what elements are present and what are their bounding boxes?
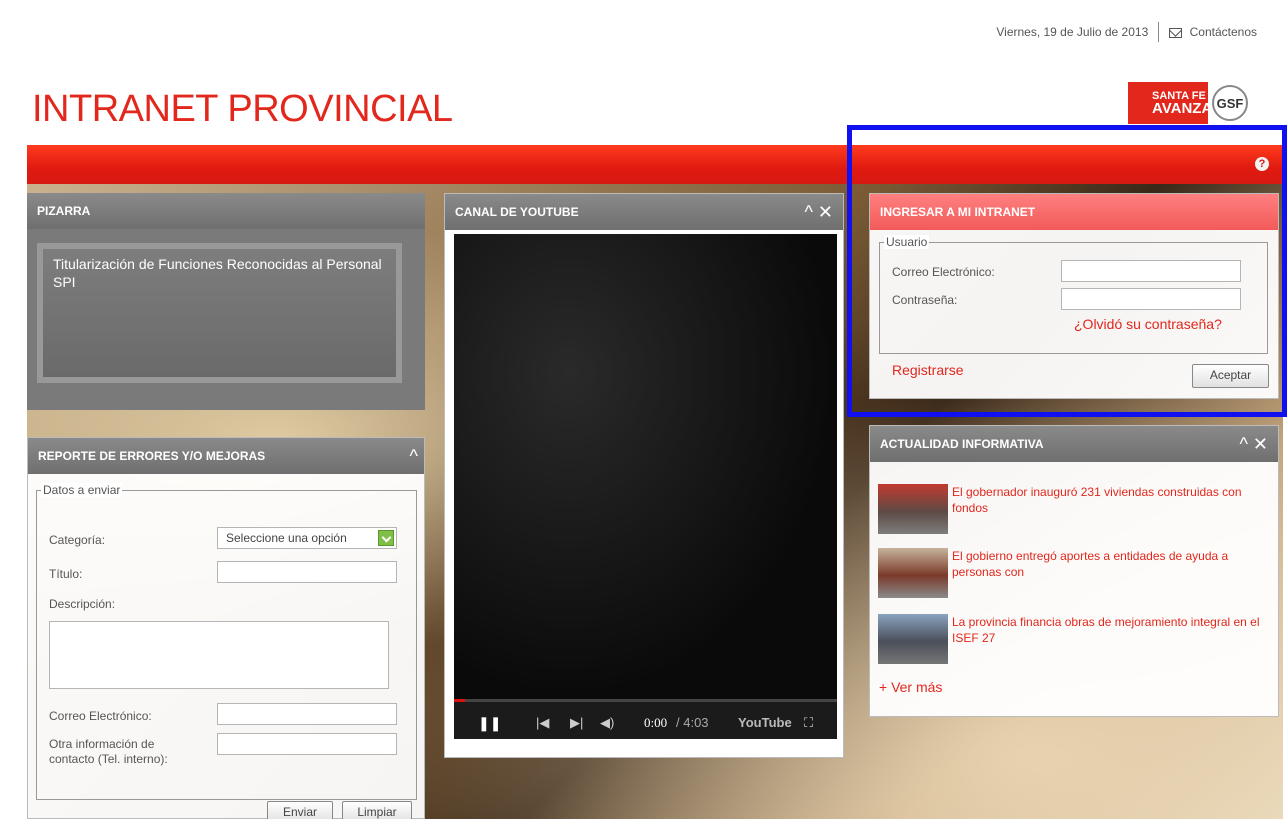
- news-thumbnail[interactable]: [878, 548, 948, 598]
- news-thumbnail[interactable]: [878, 484, 948, 534]
- news-headline[interactable]: El gobernador inauguró 231 viviendas con…: [952, 484, 1267, 516]
- report-panel: REPORTE DE ERRORES Y/O MEJORAS ^ Datos a…: [27, 437, 425, 819]
- category-label: Categoría:: [49, 533, 106, 547]
- email-input[interactable]: [217, 703, 397, 725]
- youtube-header: CANAL DE YOUTUBE ^ ✕: [445, 194, 843, 230]
- previous-icon[interactable]: |◀: [536, 715, 549, 731]
- news-panel: ACTUALIDAD INFORMATIVA ^ ✕ El gobernador…: [869, 425, 1279, 717]
- news-item[interactable]: El gobernador inauguró 231 viviendas con…: [878, 484, 1273, 534]
- category-select[interactable]: Seleccione una opción: [217, 527, 397, 549]
- gsf-logo[interactable]: GSF: [1212, 85, 1248, 121]
- news-title: ACTUALIDAD INFORMATIVA: [880, 437, 1044, 451]
- contact-link[interactable]: Contáctenos: [1169, 25, 1257, 39]
- top-bar: Viernes, 19 de Julio de 2013 Contáctenos: [996, 22, 1257, 42]
- email-label: Correo Electrónico:: [49, 709, 152, 723]
- divider: [1158, 22, 1160, 42]
- time-current: 0:00: [644, 715, 668, 730]
- next-icon[interactable]: ▶|: [570, 715, 583, 731]
- send-button[interactable]: Enviar: [267, 801, 333, 819]
- progress-fill: [454, 699, 466, 702]
- youtube-logo[interactable]: YouTube: [738, 715, 792, 730]
- pause-icon[interactable]: ❚❚: [478, 715, 501, 732]
- report-legend: Datos a enviar: [41, 483, 123, 497]
- youtube-title: CANAL DE YOUTUBE: [455, 205, 579, 219]
- santa-fe-logo[interactable]: SANTA FE AVANZA: [1128, 82, 1213, 124]
- current-date: Viernes, 19 de Julio de 2013: [996, 25, 1149, 39]
- pizarra-content[interactable]: Titularización de Funciones Reconocidas …: [37, 243, 402, 383]
- category-value: Seleccione una opción: [226, 531, 347, 545]
- description-label: Descripción:: [49, 597, 116, 611]
- volume-icon[interactable]: ◀): [600, 715, 614, 731]
- video-screen[interactable]: [454, 234, 837, 699]
- video-control-bar: ❚❚ |◀ ▶| ◀) 0:00 / 4:03 YouTube ⛶: [454, 699, 837, 739]
- other-info-label-1: Otra información de: [49, 737, 155, 751]
- description-textarea[interactable]: [49, 621, 389, 689]
- news-headline[interactable]: La provincia financia obras de mejoramie…: [952, 614, 1267, 646]
- highlight-box: [847, 125, 1287, 417]
- site-title: INTRANET PROVINCIAL: [32, 88, 453, 130]
- other-info-input[interactable]: [217, 733, 397, 755]
- video-progress[interactable]: [454, 699, 837, 702]
- report-title: REPORTE DE ERRORES Y/O MEJORAS: [38, 449, 266, 463]
- mail-icon: [1169, 27, 1183, 38]
- youtube-panel: CANAL DE YOUTUBE ^ ✕ ❚❚ |◀ ▶| ◀) 0:00 / …: [444, 193, 844, 758]
- news-item[interactable]: La provincia financia obras de mejoramie…: [878, 614, 1273, 664]
- time-total: / 4:03: [676, 715, 709, 730]
- logo-sf-line2: AVANZA: [1152, 100, 1213, 117]
- panel-controls[interactable]: ^ ✕: [1239, 426, 1268, 462]
- collapse-icon[interactable]: ^: [410, 438, 418, 474]
- chevron-down-icon: [378, 530, 394, 546]
- title-label: Título:: [49, 567, 83, 581]
- news-headline[interactable]: El gobierno entregó aportes a entidades …: [952, 548, 1267, 580]
- logos: SANTA FE AVANZA GSF: [1128, 82, 1248, 124]
- pizarra-panel: PIZARRA Titularización de Funciones Reco…: [27, 193, 425, 410]
- pizarra-title: PIZARRA: [27, 193, 425, 229]
- report-header: REPORTE DE ERRORES Y/O MEJORAS ^: [28, 438, 424, 474]
- panel-controls[interactable]: ^ ✕: [804, 194, 833, 230]
- clear-button[interactable]: Limpiar: [342, 801, 412, 819]
- report-fieldset: Datos a enviar Categoría: Seleccione una…: [36, 483, 417, 800]
- video-player[interactable]: ❚❚ |◀ ▶| ◀) 0:00 / 4:03 YouTube ⛶: [454, 234, 837, 739]
- other-info-label-2: contacto (Tel. interno):: [49, 752, 168, 766]
- news-thumbnail[interactable]: [878, 614, 948, 664]
- news-item[interactable]: El gobierno entregó aportes a entidades …: [878, 548, 1273, 598]
- contact-label: Contáctenos: [1189, 25, 1257, 39]
- see-more-link[interactable]: + Ver más: [879, 679, 942, 695]
- title-input[interactable]: [217, 561, 397, 583]
- news-header: ACTUALIDAD INFORMATIVA ^ ✕: [870, 426, 1278, 462]
- fullscreen-icon[interactable]: ⛶: [804, 715, 813, 731]
